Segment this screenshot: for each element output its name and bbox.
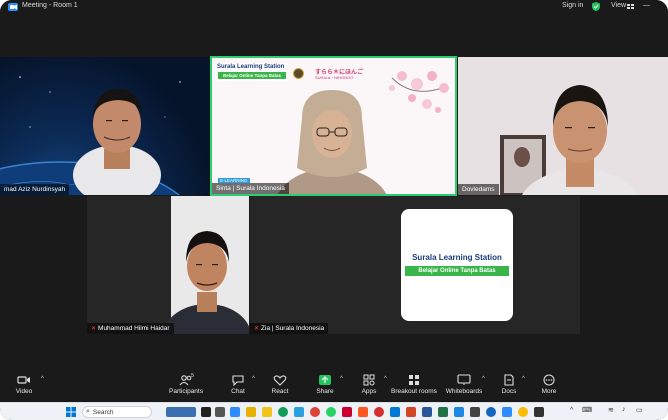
video-label: Video [15,388,33,395]
minimize-button[interactable]: — [643,2,650,9]
language-icon[interactable]: ⌨ [582,406,592,414]
breakout-rooms-button[interactable]: Breakout rooms [386,374,442,395]
meeting-toolbar: Video ^ Participants 5 Chat ^ React Shar… [0,368,668,401]
app-icon[interactable] [374,407,384,417]
breakout-rooms-icon [409,375,419,385]
windows-taskbar: ⌕ Search ^ ⌨ ≋ ♪ ▭ [0,402,668,420]
profile-card: Surala Learning Station Belajar Online T… [401,209,513,321]
video-tile-3[interactable]: Dovledams [458,57,668,195]
more-icon [543,374,555,386]
meeting-window: Meeting - Room 1 Sign in View — mad Aziz… [0,0,668,420]
slide-tagline: Belajar Online Tanpa Batas [218,72,286,79]
profile-brand-text: Surala Learning Station [412,253,502,262]
share-label: Share [316,388,334,395]
whiteboard-icon [457,374,471,385]
app-icon[interactable] [342,407,352,417]
edge-browser-icon[interactable] [278,407,288,417]
zoom-app-icon[interactable] [230,407,240,417]
battery-icon[interactable]: ▭ [636,406,643,414]
search-placeholder: Search [92,408,114,416]
participant-name-label: ✕ Zia | Surala Indonesia [250,323,329,334]
more-button[interactable]: More [521,374,577,395]
chrome-icon[interactable] [310,407,320,417]
sign-in-button[interactable]: Sign in [562,2,583,9]
file-explorer-icon[interactable] [246,407,256,417]
participant-name-label: mad Aziz Nurdinsyah [0,184,70,195]
app-icon[interactable] [390,407,400,417]
participant-name: Muhammad Hilmi Haidar [98,325,170,332]
app-icon[interactable] [534,407,544,417]
app-icon[interactable] [518,407,528,417]
more-label: More [541,388,557,395]
profile-tagline: Belajar Online Tanpa Batas [405,266,509,276]
video-tile-4[interactable]: ✕ Muhammad Hilmi Haidar [87,196,249,334]
participant-name-label: Sinta | Surala Indonesia [212,183,289,194]
participant-name: Sinta | Surala Indonesia [216,185,285,192]
chat-label: Chat [231,388,245,395]
video-button[interactable]: Video [0,374,52,395]
app-icon[interactable] [502,407,512,417]
react-label: React [271,388,289,395]
chat-icon [232,375,244,386]
search-icon: ⌕ [86,408,90,415]
participant-name: Dovledams [462,186,495,193]
folder-icon[interactable] [262,407,272,417]
word-icon[interactable] [422,407,432,417]
app-icon[interactable] [454,407,464,417]
window-title: Meeting - Room 1 [22,2,78,9]
participants-button[interactable]: Participants [158,374,214,395]
task-view-icon[interactable] [215,407,225,417]
view-grid-icon[interactable] [627,4,635,9]
heart-icon [273,375,287,386]
view-button[interactable]: View [611,2,626,9]
participant-video [87,196,249,334]
app-icon[interactable] [201,407,211,417]
video-tile-2-active-speaker[interactable]: Surala Learning Station Belajar Online T… [210,56,457,196]
slide-japanese-subtitle: SURaLa・NIHONGO [315,75,354,80]
video-camera-icon [17,376,30,384]
app-icon[interactable] [470,407,480,417]
telegram-icon[interactable] [294,407,304,417]
participants-label: Participants [169,388,203,395]
wifi-icon[interactable]: ≋ [608,406,614,414]
apps-icon [363,374,375,386]
participant-name-label: ✕ Muhammad Hilmi Haidar [87,323,174,334]
docs-label: Docs [501,388,517,395]
mic-muted-icon: ✕ [91,326,97,332]
participant-video [458,57,668,195]
earth-background-image [0,76,181,195]
participant-name-label: Dovledams [458,184,499,195]
zoom-icon[interactable] [486,407,496,417]
tray-chevron-icon[interactable]: ^ [570,407,573,414]
slide-brand-logo: Surala Learning Station Belajar Online T… [215,63,288,81]
volume-icon[interactable]: ♪ [622,406,626,413]
widget-weather-icon[interactable] [166,407,196,417]
windows-start-icon[interactable] [66,407,76,417]
app-icon[interactable] [358,407,368,417]
mic-muted-icon: ✕ [254,326,260,332]
video-tile-5[interactable]: Surala Learning Station Belajar Online T… [250,196,580,334]
share-screen-icon [319,375,331,385]
participants-count: 5 [191,373,195,379]
shield-icon [592,2,600,11]
whatsapp-icon[interactable] [326,407,336,417]
whiteboards-label: Whiteboards [445,388,483,395]
video-tile-1[interactable]: mad Aziz Nurdinsyah [0,57,209,195]
docs-icon [504,374,514,386]
app-logo-icon [8,3,18,11]
participant-name: mad Aziz Nurdinsyah [4,186,66,193]
powerpoint-icon[interactable] [406,407,416,417]
taskbar-search[interactable]: ⌕ Search [82,406,152,418]
excel-icon[interactable] [438,407,448,417]
breakout-label: Breakout rooms [391,388,437,395]
participant-name: Zia | Surala Indonesia [261,325,325,332]
apps-label: Apps [361,388,377,395]
crest-icon [293,68,304,79]
video-options-caret[interactable]: ^ [41,376,44,382]
title-bar: Meeting - Room 1 Sign in View — [0,0,668,13]
slide-brand-text: Surala Learning Station [217,64,285,70]
